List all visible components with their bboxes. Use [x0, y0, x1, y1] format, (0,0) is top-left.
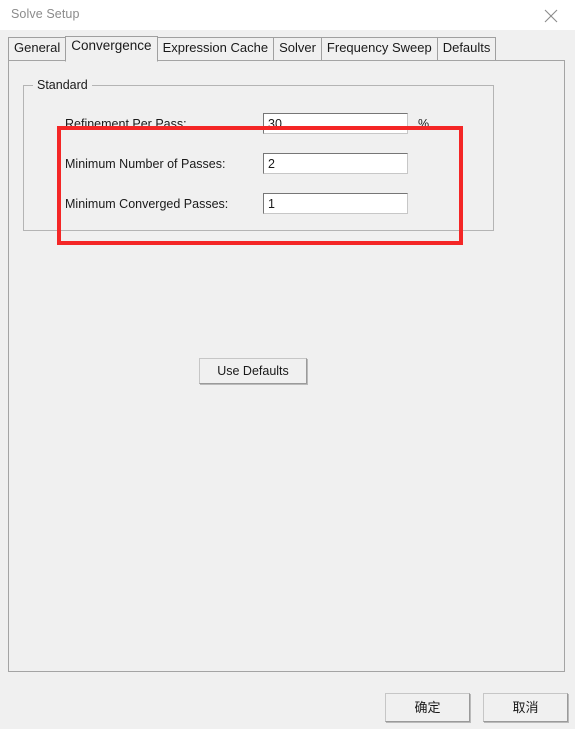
label-minimum-converged-passes: Minimum Converged Passes:: [65, 197, 229, 211]
standard-group-box: Standard Refinement Per Pass: % Minimum …: [23, 78, 494, 245]
tab-list: General Convergence Expression Cache Sol…: [8, 36, 497, 62]
tab-convergence[interactable]: Convergence: [65, 36, 158, 62]
tab-expression-cache[interactable]: Expression Cache: [156, 37, 275, 61]
label-refinement-per-pass: Refinement Per Pass:: [65, 117, 187, 131]
row-minimum-number-of-passes: Minimum Number of Passes:: [24, 153, 493, 177]
label-minimum-number-of-passes: Minimum Number of Passes:: [65, 157, 226, 171]
tab-solver[interactable]: Solver: [273, 37, 322, 61]
cancel-button[interactable]: 取消: [483, 693, 568, 722]
input-refinement-per-pass[interactable]: [263, 113, 408, 134]
use-defaults-button[interactable]: Use Defaults: [199, 358, 307, 384]
tab-defaults[interactable]: Defaults: [436, 37, 497, 61]
ok-button[interactable]: 确定: [385, 693, 470, 722]
row-minimum-converged-passes: Minimum Converged Passes:: [24, 193, 493, 217]
window-title: Solve Setup: [11, 7, 80, 21]
title-bar: Solve Setup: [0, 0, 575, 31]
input-minimum-converged-passes[interactable]: [263, 193, 408, 214]
row-refinement-per-pass: Refinement Per Pass: %: [24, 113, 493, 137]
unit-percent: %: [418, 117, 430, 131]
tab-general[interactable]: General: [8, 37, 67, 61]
tab-frequency-sweep[interactable]: Frequency Sweep: [320, 37, 438, 61]
input-minimum-number-of-passes[interactable]: [263, 153, 408, 174]
red-highlight-annotation: [57, 126, 463, 245]
close-icon: [544, 9, 558, 23]
tab-strip: General Convergence Expression Cache Sol…: [0, 30, 575, 62]
convergence-tab-panel: Standard Refinement Per Pass: % Minimum …: [8, 60, 565, 672]
standard-group-title: Standard: [33, 78, 92, 92]
close-button[interactable]: [529, 0, 575, 30]
